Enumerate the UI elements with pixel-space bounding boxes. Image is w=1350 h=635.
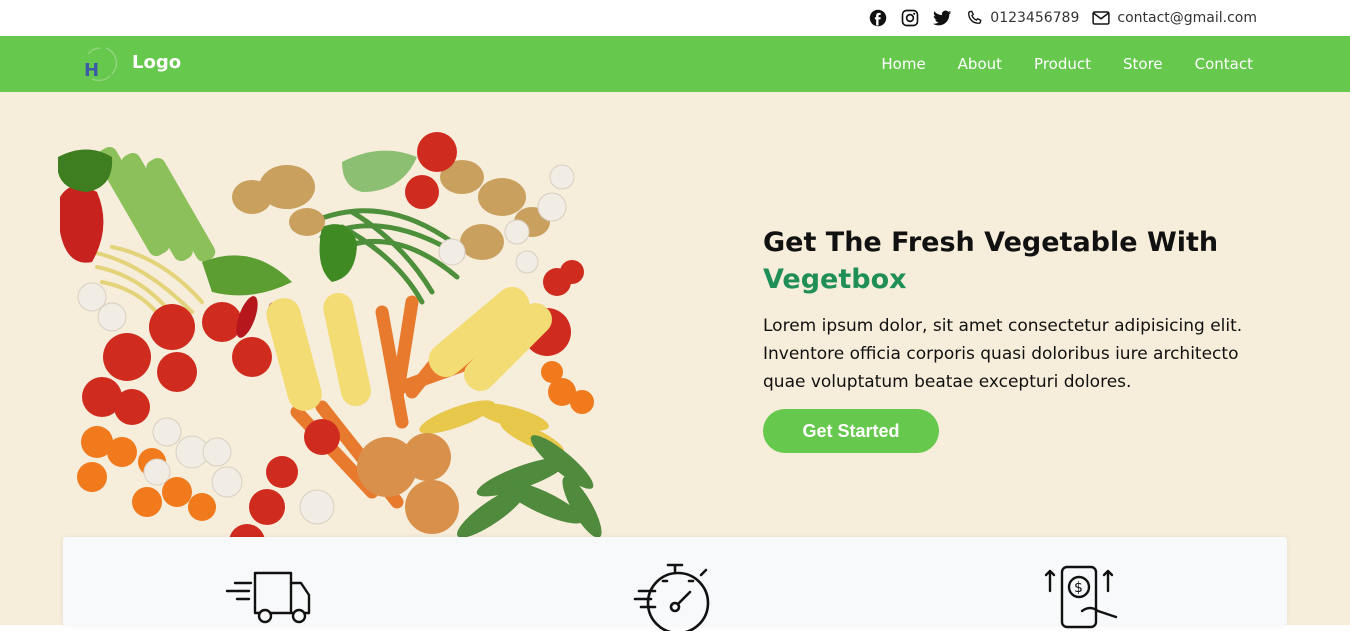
- top-bar: 0123456789 contact@gmail.com: [0, 0, 1350, 36]
- mobile-payment-icon: $: [1038, 561, 1128, 631]
- delivery-truck-icon: [223, 561, 313, 631]
- vegetables-image: [58, 132, 602, 537]
- hero-title-bold: With: [1146, 227, 1219, 258]
- nav-product[interactable]: Product: [1034, 55, 1091, 73]
- contact-strip: 0123456789 contact@gmail.com: [856, 0, 1257, 36]
- nav-store[interactable]: Store: [1123, 55, 1163, 73]
- stopwatch-icon: [633, 561, 723, 635]
- phone-number[interactable]: 0123456789: [990, 10, 1079, 26]
- hero-brand-name: Vegetbox: [763, 264, 907, 295]
- logo-text[interactable]: Logo: [132, 52, 181, 73]
- phone-icon: [964, 8, 984, 28]
- get-started-button[interactable]: Get Started: [763, 409, 939, 453]
- hero-title: Get The Fresh Vegetable With Vegetbox: [763, 224, 1283, 298]
- mail-icon: [1091, 8, 1111, 28]
- main-navbar: H Logo Home About Product Store Contact: [0, 36, 1350, 92]
- nav-contact[interactable]: Contact: [1195, 55, 1253, 73]
- svg-text:$: $: [1074, 580, 1083, 596]
- primary-nav: Home About Product Store Contact: [881, 36, 1253, 92]
- nav-about[interactable]: About: [958, 55, 1002, 73]
- features-bar: $: [63, 537, 1287, 635]
- hero-description: Lorem ipsum dolor, sit amet consectetur …: [763, 316, 1243, 392]
- svg-text:H: H: [84, 60, 99, 81]
- nav-home[interactable]: Home: [881, 55, 925, 73]
- instagram-icon[interactable]: [900, 8, 920, 28]
- facebook-icon[interactable]: [868, 8, 888, 28]
- email-address[interactable]: contact@gmail.com: [1117, 10, 1257, 26]
- twitter-icon[interactable]: [932, 8, 952, 28]
- hero-title-text: Get The Fresh Vegetable: [763, 227, 1147, 258]
- logo-icon[interactable]: H: [80, 44, 120, 84]
